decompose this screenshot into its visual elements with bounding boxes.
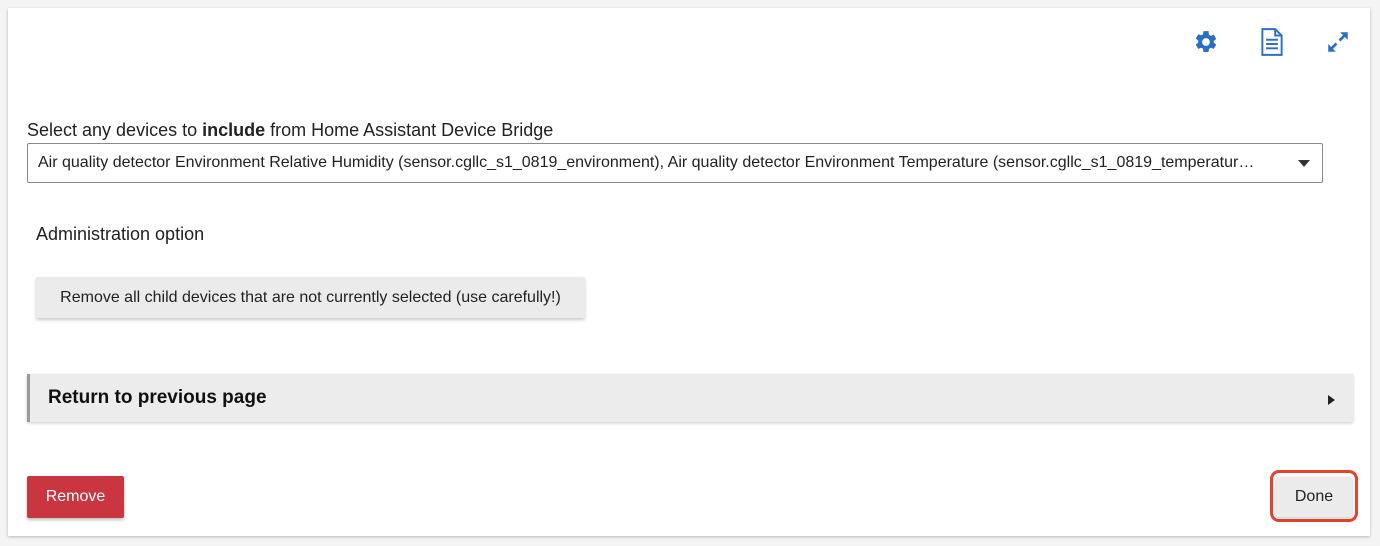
return-to-previous-page-section[interactable]: Return to previous page xyxy=(27,374,1353,422)
administration-heading: Administration option xyxy=(36,224,205,244)
document-icon xyxy=(1261,28,1283,56)
device-select-label-suffix: from Home Assistant Device Bridge xyxy=(265,120,554,140)
app-page: Select any devices to include from Home … xyxy=(8,8,1370,536)
top-toolbar xyxy=(1188,24,1356,60)
device-select-label: Select any devices to include from Home … xyxy=(27,120,553,141)
device-select-value: Air quality detector Environment Relativ… xyxy=(38,154,1255,171)
documentation-button[interactable] xyxy=(1254,24,1290,60)
expand-arrow-icon xyxy=(1328,395,1335,405)
remove-button[interactable]: Remove xyxy=(27,476,124,518)
gear-icon xyxy=(1195,31,1217,52)
done-button[interactable]: Done xyxy=(1276,477,1352,517)
device-select-dropdown[interactable]: Air quality detector Environment Relativ… xyxy=(27,143,1323,183)
remove-unselected-children-button[interactable]: Remove all child devices that are not cu… xyxy=(36,277,585,318)
fullscreen-button[interactable] xyxy=(1320,24,1356,60)
expand-icon xyxy=(1328,32,1348,52)
return-section-label: Return to previous page xyxy=(48,387,267,408)
device-select-label-prefix: Select any devices to xyxy=(27,120,203,140)
device-select-label-bold: include xyxy=(202,120,266,140)
settings-button[interactable] xyxy=(1188,24,1224,60)
caret-down-icon xyxy=(1298,160,1310,167)
